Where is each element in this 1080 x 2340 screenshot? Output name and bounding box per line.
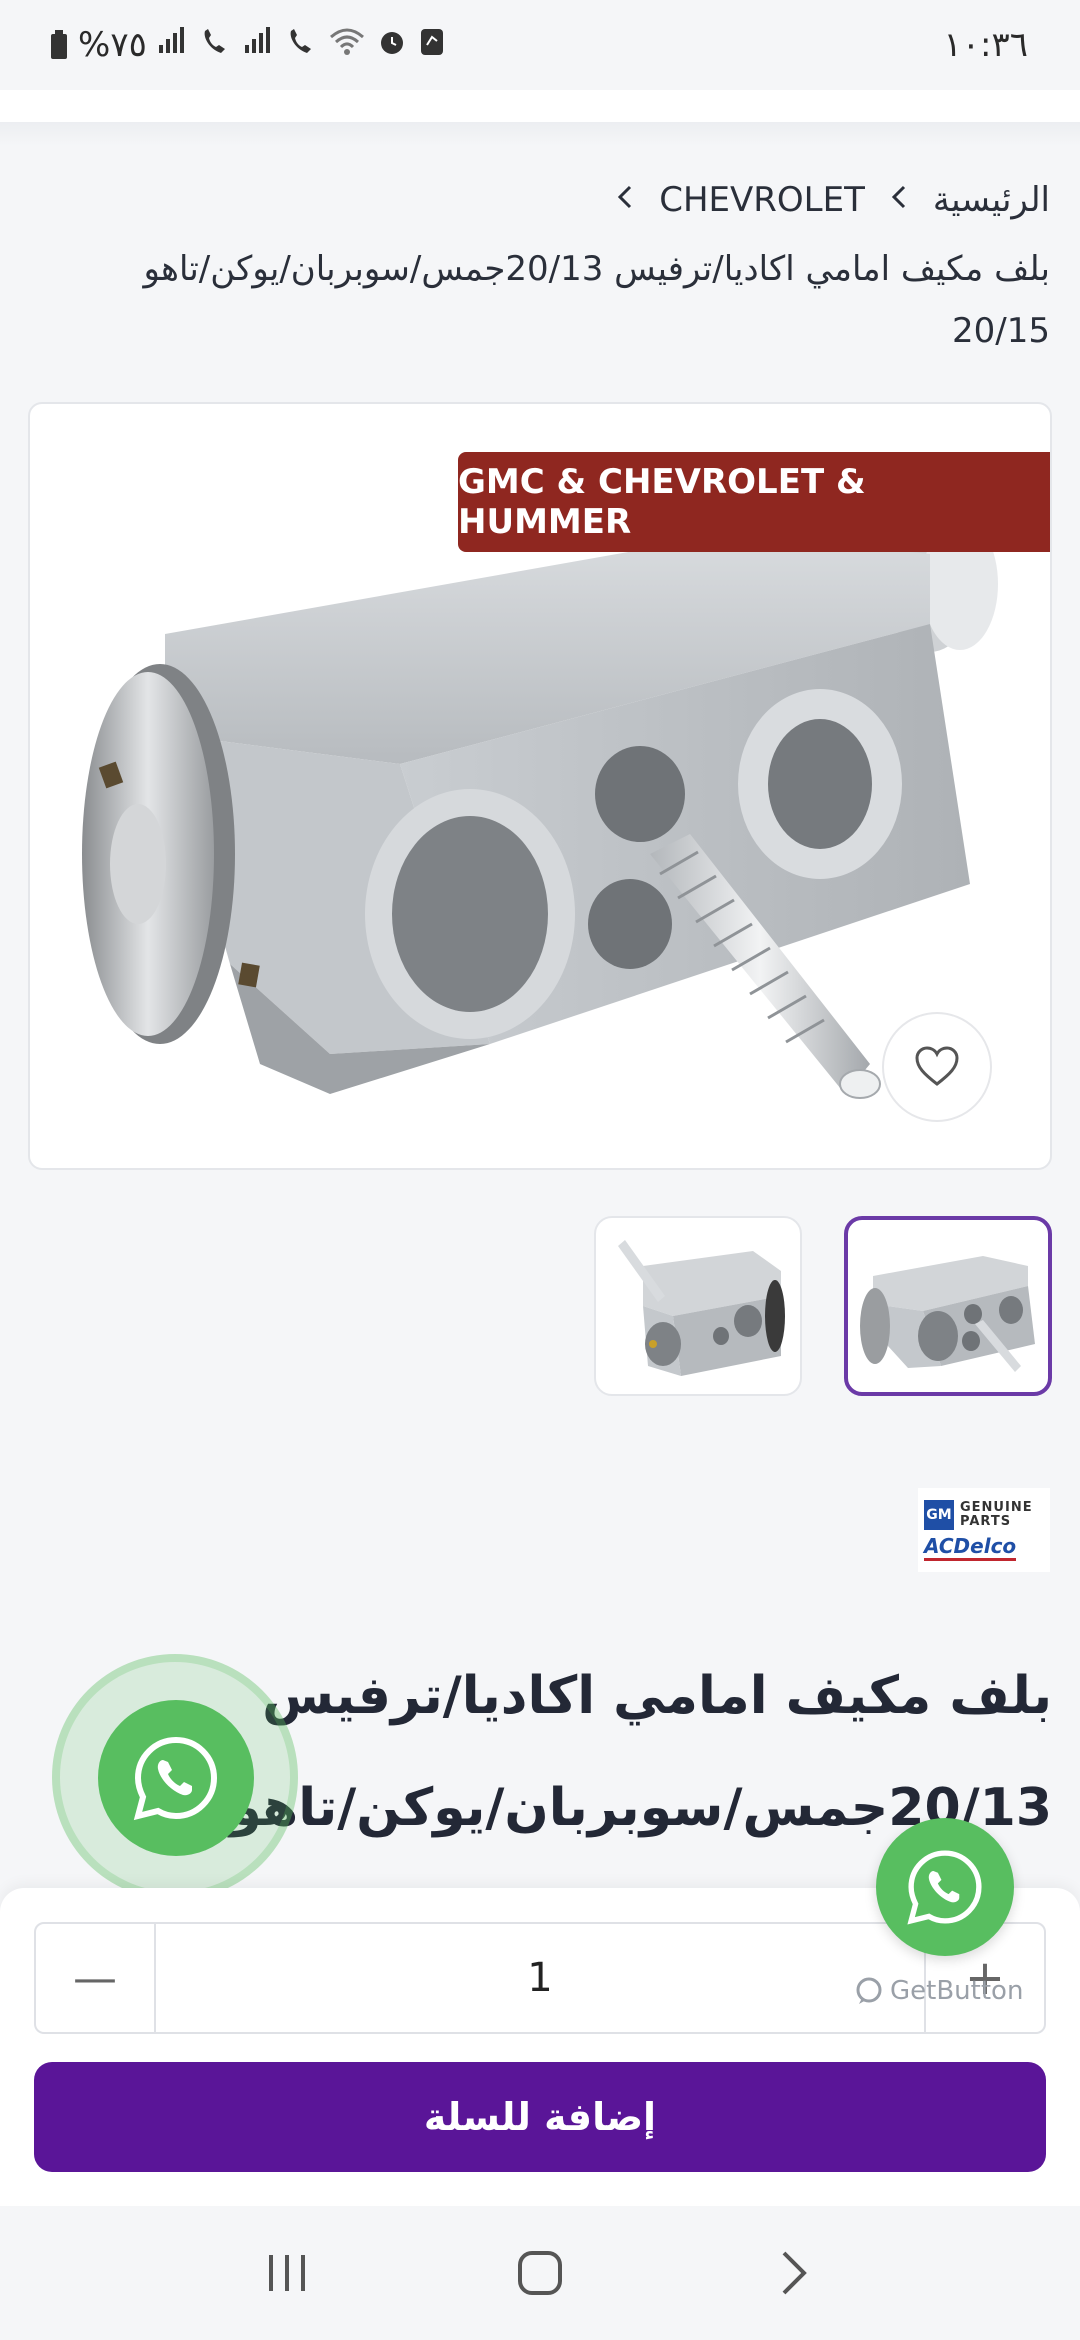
home-button[interactable] bbox=[500, 2233, 580, 2313]
whatsapp-widget-button[interactable] bbox=[876, 1818, 1014, 1956]
status-time: ١٠:٣٦ bbox=[943, 25, 1028, 65]
battery-icon bbox=[51, 30, 67, 59]
whatsapp-chat-button[interactable] bbox=[98, 1700, 254, 1856]
app-notification-icon bbox=[419, 27, 445, 64]
chevron-right-icon bbox=[782, 2251, 808, 2295]
getbutton-label: GetButton bbox=[890, 1976, 1024, 2006]
thumbnail-image bbox=[860, 1256, 1035, 1372]
call-icon bbox=[199, 27, 231, 64]
chat-bubble-icon bbox=[856, 1977, 882, 2004]
status-left: %٧٥ bbox=[50, 25, 445, 65]
signal-icon bbox=[157, 26, 187, 64]
brand-logo: GM GENUINE PARTS ACDelco bbox=[918, 1488, 1050, 1572]
home-icon bbox=[517, 2251, 562, 2295]
signal-icon-2 bbox=[243, 26, 273, 64]
system-nav-bar bbox=[0, 2206, 1080, 2340]
parts-label: PARTS bbox=[960, 1513, 1012, 1529]
genuine-label: GENUINE bbox=[960, 1499, 1033, 1515]
brand-ribbon: GMC & CHEVROLET & HUMMER bbox=[458, 452, 1050, 552]
chevron-left-icon bbox=[891, 183, 907, 218]
heart-icon bbox=[915, 1046, 959, 1086]
status-bar: %٧٥ ١٠:٣٦ bbox=[0, 0, 1080, 90]
breadcrumb-current: بلف مكيف امامي اكاديا/ترفيس 20/13جمس/سوب… bbox=[143, 249, 1050, 351]
recent-apps-button[interactable] bbox=[247, 2233, 327, 2313]
acdelco-label: ACDelco bbox=[924, 1534, 1017, 1561]
add-to-cart-button[interactable]: إضافة للسلة bbox=[34, 2062, 1046, 2172]
breadcrumb-category[interactable]: CHEVROLET bbox=[659, 180, 865, 220]
chevron-left-icon bbox=[617, 183, 633, 218]
battery-percent: %٧٥ bbox=[78, 25, 147, 65]
header-shadow bbox=[0, 122, 1080, 146]
product-image-card[interactable]: GMC & CHEVROLET & HUMMER bbox=[28, 402, 1052, 1170]
gm-logo: GM bbox=[924, 1499, 954, 1530]
whatsapp-icon bbox=[133, 1736, 218, 1821]
quantity-value[interactable]: 1 bbox=[156, 1955, 924, 2001]
thumbnail-gallery bbox=[594, 1216, 1052, 1396]
wifi-icon bbox=[329, 27, 365, 64]
breadcrumb-home[interactable]: الرئيسية bbox=[933, 180, 1050, 220]
thumbnail-image bbox=[618, 1240, 785, 1376]
getbutton-link[interactable]: GetButton bbox=[854, 1976, 1023, 2006]
call-icon-2 bbox=[285, 27, 317, 64]
header-bar bbox=[0, 90, 1080, 122]
thumbnail-2[interactable] bbox=[594, 1216, 802, 1396]
whatsapp-icon bbox=[907, 1850, 982, 1925]
alarm-icon bbox=[377, 27, 407, 64]
breadcrumb: الرئيسية CHEVROLET bbox=[617, 180, 1050, 220]
favorite-button[interactable] bbox=[882, 1012, 992, 1122]
back-button[interactable] bbox=[753, 2233, 833, 2313]
quantity-decrease-button[interactable]: — bbox=[36, 1924, 156, 2032]
thumbnail-1[interactable] bbox=[844, 1216, 1052, 1396]
recent-apps-icon bbox=[268, 2255, 305, 2291]
status-icons bbox=[157, 26, 445, 64]
